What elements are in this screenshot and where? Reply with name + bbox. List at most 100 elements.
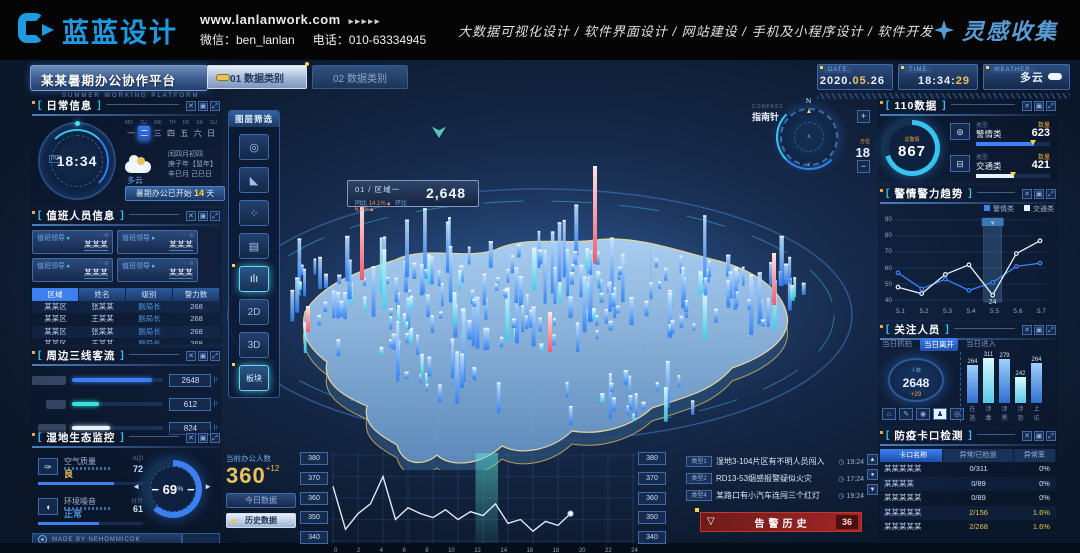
- layer-block-button[interactable]: 板块: [239, 365, 269, 391]
- tab-entered-today[interactable]: 当日进入: [966, 338, 996, 351]
- eco-gauge: − 69% −: [144, 460, 202, 518]
- panel-window-icon[interactable]: ▣: [1034, 101, 1044, 111]
- pen-icon[interactable]: ✎: [899, 408, 913, 420]
- table-row-warning[interactable]: 某某某某某2/2681.6%: [880, 520, 1056, 535]
- more-icon[interactable]: ⋯ ⊗: [96, 232, 109, 239]
- alert-count-badge: 36: [836, 515, 858, 529]
- panel-window-icon[interactable]: ▣: [198, 211, 208, 221]
- panel-expand-icon[interactable]: ⤢: [1046, 189, 1056, 199]
- history-data-button[interactable]: 历史数据: [226, 513, 296, 528]
- panel-checkpoint: [防疫卡口检测]✕▣⤢ 卡口名称异常/已检测异常率 某某某某某0/3110% 某…: [878, 428, 1058, 550]
- alert-row[interactable]: 类型2RD13-53烟感报警疑似火灾17:24: [686, 471, 864, 486]
- panel-window-icon[interactable]: ▣: [1034, 189, 1044, 199]
- tab-captured-today[interactable]: 当日抓拍: [882, 338, 912, 351]
- panel-window-icon[interactable]: ▣: [1034, 325, 1044, 335]
- panel-expand-icon[interactable]: ⤢: [1046, 101, 1056, 111]
- bar-column[interactable]: 279涉黑: [999, 352, 1010, 422]
- panel-window-icon[interactable]: ▣: [198, 351, 208, 361]
- panel-close-icon[interactable]: ✕: [186, 101, 196, 111]
- weekday-cn-active[interactable]: 二: [138, 126, 150, 141]
- panel-close-icon[interactable]: ✕: [1022, 189, 1032, 199]
- leaf-icon: ✑: [38, 458, 58, 475]
- layer-grid-button[interactable]: ⁘: [239, 200, 269, 226]
- layer-camera-button[interactable]: ◎: [239, 134, 269, 160]
- panel-window-icon[interactable]: ▣: [198, 101, 208, 111]
- tab-data-category-2[interactable]: 02 数据类别: [312, 65, 408, 89]
- alert-row[interactable]: 类型1湿地3-104片区有不明人员闯入19:24: [686, 454, 864, 469]
- clock-widget: PM 18:34: [38, 122, 116, 200]
- bar-column[interactable]: 242涉恐: [1015, 352, 1026, 422]
- more-icon[interactable]: ⋯ ⊗: [181, 232, 194, 239]
- table-row[interactable]: 某某某某某0/890%: [880, 491, 1056, 506]
- panel-close-icon[interactable]: ✕: [1022, 325, 1032, 335]
- alert-history-banner[interactable]: ▽ 告警历史 36: [700, 512, 862, 532]
- scroll-dot-icon[interactable]: ●: [867, 469, 878, 480]
- tab-data-category-1[interactable]: 01 数据类别: [207, 65, 307, 89]
- gauge-left-arrow[interactable]: ◄: [132, 482, 140, 491]
- panel-daily-info: [日常信息]✕▣⤢ PM 18:34 MOTUWETHFRSASU 一二三四五六…: [30, 98, 222, 206]
- compass-north-label: N: [806, 98, 811, 105]
- table-row[interactable]: 某某区张某某副局长268: [32, 301, 220, 313]
- tab-left-today[interactable]: 当日离开: [920, 338, 958, 351]
- scroll-up-icon[interactable]: ▲: [867, 454, 878, 465]
- panel-window-icon[interactable]: ▣: [198, 433, 208, 443]
- more-icon[interactable]: ⋯ ⊗: [181, 260, 194, 267]
- sparkle-icon: [934, 20, 954, 40]
- noise-row: ◖ 环境噪音 正常 分贝 61: [38, 496, 143, 526]
- table-row[interactable]: 某某区王某某副局长268: [32, 313, 220, 325]
- map-tooltip: 01 / 区域一 同比 14.1%▲ 环比 6.2%▲ 2,648: [347, 180, 479, 207]
- bar-column[interactable]: 264在逃: [967, 352, 978, 422]
- layer-list-button[interactable]: ▤: [239, 233, 269, 259]
- flow-value: 612: [169, 398, 211, 411]
- panel-title: 湿地生态监控: [46, 430, 115, 445]
- table-row[interactable]: 某某某某某0/3110%: [880, 462, 1056, 477]
- panel-expand-icon[interactable]: ⤢: [1046, 325, 1056, 335]
- zoom-out-button[interactable]: −: [857, 160, 870, 173]
- alert-row[interactable]: 类型4某路口有小汽车连闯三个红灯19:24: [686, 488, 864, 503]
- scroll-down-icon[interactable]: ▼: [867, 484, 878, 495]
- weekday-cn[interactable]: 一: [125, 126, 137, 141]
- panel-close-icon[interactable]: ✕: [186, 433, 196, 443]
- duty-card[interactable]: 值班领导⋯ ⊗某某某: [32, 258, 113, 282]
- bar-column[interactable]: 264上访: [1031, 352, 1042, 422]
- home-icon[interactable]: ⌂: [882, 408, 896, 420]
- website-url[interactable]: www.lanlanwork.com: [200, 12, 341, 27]
- clock-dot: [75, 121, 80, 126]
- duty-card[interactable]: 值班领导⋯ ⊗某某某: [117, 258, 198, 282]
- zoom-in-button[interactable]: +: [857, 110, 870, 123]
- office-line-chart[interactable]: [331, 452, 635, 544]
- tooltip-value: 2,648: [426, 181, 478, 206]
- duty-table-header: 区域姓名级别警力数: [32, 288, 220, 301]
- bar-column[interactable]: 311涉毒: [983, 352, 994, 422]
- table-row[interactable]: 某某某某0/890%: [880, 477, 1056, 492]
- panel-close-icon[interactable]: ✕: [1022, 101, 1032, 111]
- panel-footer: MADE BY NEHOMMICOK: [32, 533, 182, 546]
- brand-logo[interactable]: 蓝蓝设计: [18, 11, 178, 50]
- inspiration-brand[interactable]: 灵感收集: [934, 0, 1058, 60]
- panel-close-icon[interactable]: ✕: [1022, 431, 1032, 441]
- panel-window-icon[interactable]: ▣: [1034, 431, 1044, 441]
- table-row[interactable]: 某某区张某某副局长268: [32, 326, 220, 338]
- brand-logo-icon: [18, 13, 54, 47]
- gauge-right-arrow[interactable]: ►: [204, 482, 212, 491]
- table-row[interactable]: 某某区王某某副局长268: [32, 338, 220, 344]
- panel-expand-icon[interactable]: ⤢: [1046, 431, 1056, 441]
- layer-3d-button[interactable]: 3D: [239, 332, 269, 358]
- layer-barchart-button[interactable]: ılı: [239, 266, 269, 292]
- layer-2d-button[interactable]: 2D: [239, 299, 269, 325]
- layer-signal-button[interactable]: ◣: [239, 167, 269, 193]
- panel-close-icon[interactable]: ✕: [186, 351, 196, 361]
- today-data-button[interactable]: 今日数据: [226, 493, 296, 508]
- tab-active-dot: [305, 62, 309, 66]
- person-icon[interactable]: ♟: [933, 408, 947, 420]
- list-icon: ▤: [249, 240, 259, 253]
- trend-chart[interactable]: ∨24: [894, 216, 1046, 308]
- duty-card[interactable]: 值班领导⋯ ⊗某某某: [117, 230, 198, 254]
- panel-close-icon[interactable]: ✕: [186, 211, 196, 221]
- panel-title: 防疫卡口检测: [894, 428, 963, 443]
- target-icon[interactable]: ◉: [916, 408, 930, 420]
- more-icon[interactable]: ⋯ ⊗: [96, 260, 109, 267]
- duty-card[interactable]: 值班领导⋯ ⊗某某某: [32, 230, 113, 254]
- table-row-warning[interactable]: 某某某某某2/1561.6%: [880, 506, 1056, 521]
- compass-dial[interactable]: N ∧∨: [780, 108, 838, 166]
